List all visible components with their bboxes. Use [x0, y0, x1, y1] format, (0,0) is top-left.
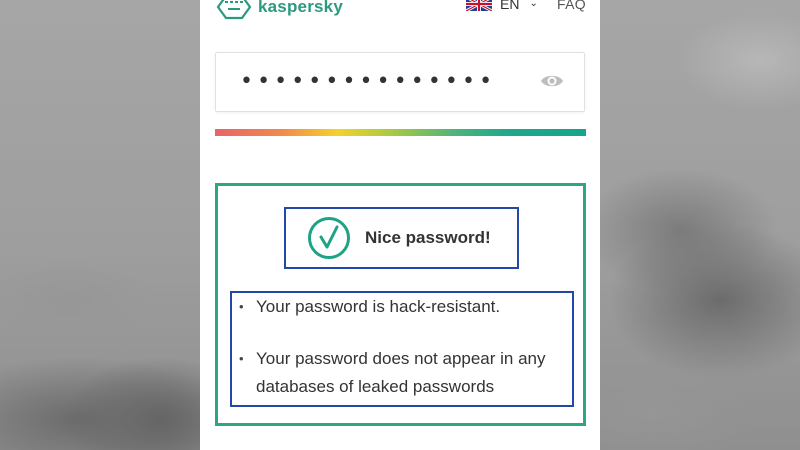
bullet: •: [239, 351, 244, 366]
password-checker-panel: kaspersky EN ⌄ FAQ ••••••••••••••• Nice …: [200, 0, 600, 450]
details-highlight: • Your password is hack-resistant. • You…: [230, 291, 574, 407]
bullet: •: [239, 299, 244, 314]
list-item-text: Your password does not appear in any dat…: [256, 349, 546, 396]
list-item: • Your password is hack-resistant.: [239, 293, 566, 321]
list-item: • Your password does not appear in any d…: [239, 345, 566, 401]
status-title: Nice password!: [365, 228, 491, 247]
language-selector[interactable]: EN ⌄: [466, 0, 538, 12]
faq-link[interactable]: FAQ: [557, 0, 586, 12]
logo-text: kaspersky: [258, 0, 343, 16]
check-circle-icon: [308, 217, 350, 259]
chevron-down-icon: ⌄: [529, 0, 538, 9]
eye-icon[interactable]: [540, 73, 564, 89]
status-highlight: Nice password!: [284, 207, 519, 269]
list-item-text: Your password is hack-resistant.: [256, 297, 501, 316]
password-masked-value: •••••••••••••••: [240, 69, 497, 94]
password-strength-meter: [215, 129, 586, 136]
language-label: EN: [500, 0, 520, 12]
kaspersky-logo-icon: [216, 0, 252, 20]
uk-flag-icon: [466, 0, 492, 11]
result-box: Nice password! • Your password is hack-r…: [215, 183, 586, 426]
header: kaspersky EN ⌄ FAQ: [200, 0, 600, 20]
kaspersky-logo[interactable]: kaspersky: [216, 0, 343, 20]
password-input[interactable]: •••••••••••••••: [215, 52, 585, 112]
